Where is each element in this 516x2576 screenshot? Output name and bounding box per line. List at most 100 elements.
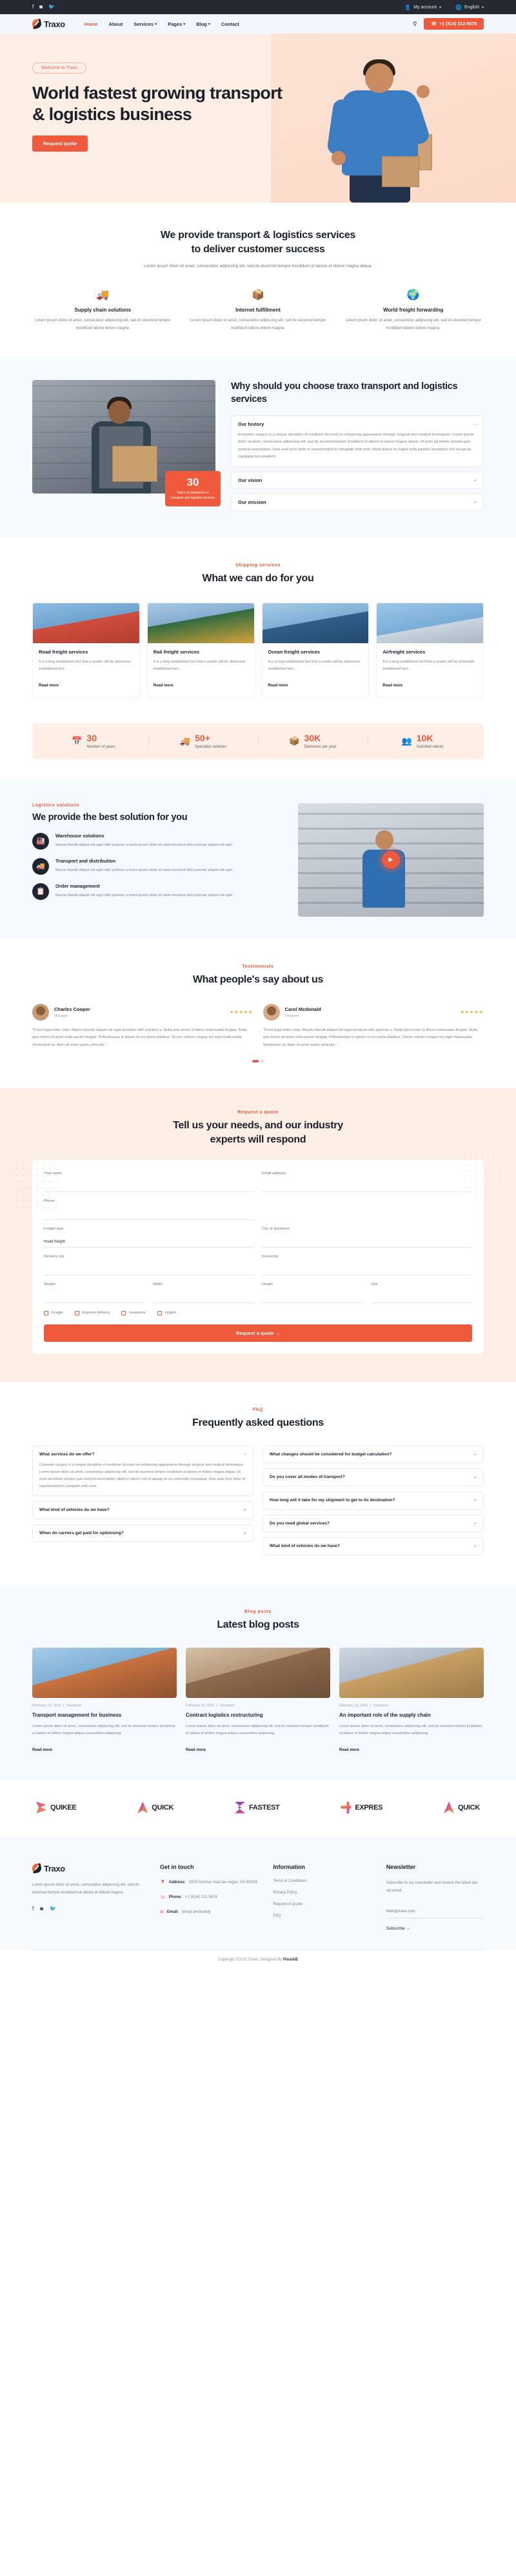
checkbox-express[interactable]: Express delivery <box>74 1310 110 1315</box>
faq-item[interactable]: What services do we offer? − Cosmetic sur… <box>32 1445 253 1497</box>
facebook-icon[interactable]: f <box>32 1906 34 1912</box>
stat-number: 30 <box>86 732 97 743</box>
subscribe-button[interactable]: Subscribe → <box>386 1926 410 1931</box>
blog-post-text: Lorem ipsum dolor sit amet, consectetur … <box>339 1724 482 1735</box>
faq-question: How long will it take for my shipment to… <box>270 1498 395 1503</box>
footer: Traxo Lorem ipsum dolor sit amet, consec… <box>0 1835 516 1950</box>
carousel-dot-1[interactable] <box>252 1059 259 1063</box>
brand-logo-quick: QUICK <box>137 1801 174 1813</box>
search-icon[interactable]: ⚲ <box>413 21 417 28</box>
footer-phone-value[interactable]: +1 (514) 312-5678 <box>185 1894 217 1902</box>
package-icon: 📦 <box>289 735 300 746</box>
footer-link-quote[interactable]: Request A Quote <box>273 1902 370 1906</box>
accordion-item-our-vision[interactable]: Our vision + <box>231 471 484 489</box>
chevron-down-icon: ▾ <box>481 5 484 10</box>
plus-icon: + <box>473 1520 477 1526</box>
delivery-city-input[interactable] <box>44 1265 254 1275</box>
solution-item-order: 📋 Order management Mauris blandit alique… <box>32 883 284 900</box>
incoterms-label: Incoterms <box>262 1254 279 1259</box>
footer-logo[interactable]: Traxo <box>31 1862 144 1874</box>
blog-card[interactable]: February 13, 2021 | Transport Contract l… <box>186 1647 330 1754</box>
blog-post-title: Contract logistics restructuring <box>186 1712 263 1718</box>
your-name-input[interactable] <box>44 1182 254 1192</box>
stat-years: 📅 30 Number of years <box>39 734 148 749</box>
language-menu[interactable]: 🌐 English ▾ <box>455 5 484 10</box>
blog-post-text: Lorem ipsum dolor sit amet, consectetur … <box>32 1724 175 1735</box>
feature-text: Lorem ipsum dolor sit amet, consectetur … <box>190 319 326 330</box>
blog-card[interactable]: February 13, 2021 | Transport Transport … <box>32 1647 177 1754</box>
twitter-icon[interactable]: 🐦 <box>48 5 55 10</box>
faq-item[interactable]: Do you cover all modes of transport? + <box>263 1468 484 1486</box>
faq-item[interactable]: How long will it take for my shipment to… <box>263 1492 484 1510</box>
request-quote-button[interactable]: Request quote <box>32 135 88 152</box>
size-input[interactable] <box>371 1293 472 1303</box>
faq-item[interactable]: When do carriers get paid for optimising… <box>32 1524 253 1543</box>
solution-item-text: Mauris blandit aliquet elit eget nibh pu… <box>55 843 233 847</box>
service-card-ocean[interactable]: Ocean freight services It is a long esta… <box>261 603 370 697</box>
height-input[interactable] <box>262 1293 363 1303</box>
read-more-link[interactable]: Read more <box>154 684 174 688</box>
read-more-link[interactable]: Read more <box>339 1748 359 1752</box>
request-quote-submit-button[interactable]: Request a quote → <box>44 1324 472 1342</box>
faq-item[interactable]: What kind of vehicles do we have? + <box>263 1537 484 1555</box>
read-more-link[interactable]: Read more <box>32 1748 52 1752</box>
read-more-link[interactable]: Read more <box>186 1748 206 1752</box>
quote-form: Your name Email address Phone Freight ty… <box>32 1159 484 1353</box>
solution-item-text: Mauris blandit aliquet elit eget nibh pu… <box>55 868 233 872</box>
newsletter-email-input[interactable] <box>386 1907 484 1919</box>
weight-input[interactable] <box>44 1293 145 1303</box>
blog-card[interactable]: February 13, 2021 | Transport An importa… <box>339 1647 484 1754</box>
checkbox-insurance[interactable]: Insurance <box>121 1310 146 1315</box>
freight-type-select[interactable] <box>44 1237 254 1248</box>
minus-icon: − <box>243 1452 246 1458</box>
chevron-down-icon: ▾ <box>183 22 186 26</box>
faq-item[interactable]: What changes should be considered for bu… <box>263 1445 484 1464</box>
facebook-icon[interactable]: f <box>32 5 34 10</box>
checkbox-fragile[interactable]: Fragile <box>44 1310 63 1315</box>
service-card-rail[interactable]: Rail freight services It is a long estab… <box>146 603 255 697</box>
footer-brand-name: Traxo <box>44 1863 65 1873</box>
faq-item[interactable]: What kind of vehicles do we have? + <box>32 1501 253 1519</box>
checkbox-urgent[interactable]: Urgent <box>157 1310 176 1315</box>
footer-link-privacy[interactable]: Privacy Policy <box>273 1891 370 1895</box>
incoterms-input[interactable] <box>262 1265 472 1275</box>
instagram-icon[interactable]: ◙ <box>40 1906 43 1912</box>
instagram-icon[interactable]: ◙ <box>39 5 43 10</box>
read-more-link[interactable]: Read more <box>268 684 288 688</box>
road-truck-photo <box>33 603 139 643</box>
carousel-dot-2[interactable] <box>261 1059 264 1063</box>
service-card-road[interactable]: Road freight services It is a long estab… <box>32 603 140 697</box>
phone-input[interactable] <box>44 1210 254 1220</box>
phone-cta-button[interactable]: ☏ +1 (514) 312-5678 <box>424 18 484 30</box>
shipping-cards: Road freight services It is a long estab… <box>32 603 484 697</box>
footer-link-terms[interactable]: Terms & Conditions <box>273 1879 370 1883</box>
nav-item-services[interactable]: Services ▾ <box>134 21 157 27</box>
logo[interactable]: Traxo <box>31 18 65 30</box>
nav-item-contact[interactable]: Contact <box>221 21 239 27</box>
read-more-link[interactable]: Read more <box>382 684 402 688</box>
warehouse-icon: 🏭 <box>32 832 49 850</box>
brand-label: QUIKEE <box>50 1803 77 1812</box>
nav-item-blog[interactable]: Blog ▾ <box>196 21 210 27</box>
read-more-link[interactable]: Read more <box>39 684 59 688</box>
width-input[interactable] <box>153 1293 254 1303</box>
users-icon: 👥 <box>401 735 412 746</box>
email-input[interactable] <box>262 1182 472 1192</box>
nav-item-home[interactable]: Home <box>84 21 98 27</box>
ocean-ship-photo <box>262 603 369 643</box>
twitter-icon[interactable]: 🐦 <box>50 1906 56 1912</box>
service-card-air[interactable]: Airfreight services It is a long establi… <box>376 603 484 697</box>
accordion-item-our-mission[interactable]: Our mission + <box>231 493 484 511</box>
accordion-item-our-history[interactable]: Our history − Economic surgery is a uniq… <box>231 415 484 467</box>
faq-item[interactable]: Do you need global services? + <box>263 1514 484 1533</box>
rail-train-photo <box>147 603 254 643</box>
nav-menu: Home About Services ▾ Pages ▾ Blog ▾ Contac… <box>84 21 239 27</box>
my-account-menu[interactable]: 👤 My account ▾ <box>404 5 441 10</box>
city-input[interactable] <box>262 1237 472 1248</box>
footer-link-faq[interactable]: FAQ <box>273 1914 370 1918</box>
experience-text: Year's of experience in transport and lo… <box>170 490 215 500</box>
nav-item-about[interactable]: About <box>109 21 123 27</box>
play-button-icon[interactable]: ▶ <box>382 850 400 869</box>
footer-email-value[interactable]: [email protected] <box>182 1909 210 1917</box>
nav-item-pages[interactable]: Pages ▾ <box>168 21 185 27</box>
